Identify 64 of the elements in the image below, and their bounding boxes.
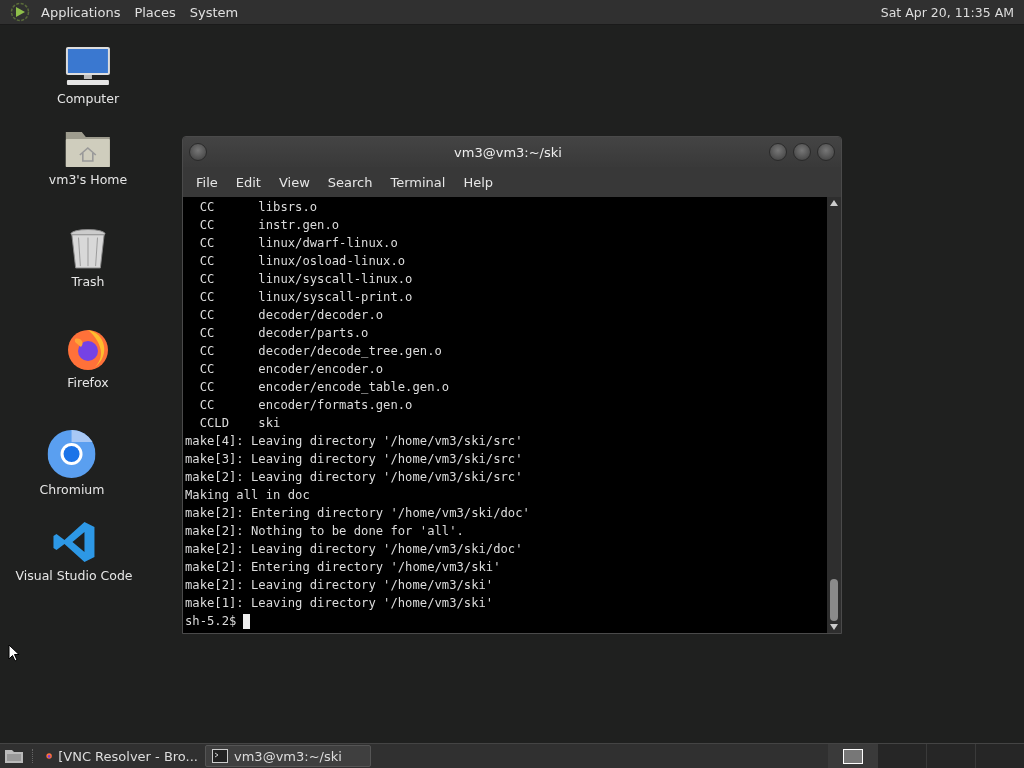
distro-logo-icon[interactable] — [10, 2, 30, 22]
menu-item[interactable]: Edit — [226, 174, 270, 190]
terminal-line: CC libsrs.o — [198, 199, 319, 216]
panel-menu[interactable]: System — [182, 4, 246, 20]
menu-item[interactable]: Help — [454, 174, 503, 190]
scroll-down-icon[interactable] — [830, 624, 838, 630]
code-editor-icon[interactable] — [52, 520, 96, 564]
workspace-tile[interactable] — [828, 744, 877, 768]
chromium-icon[interactable] — [48, 430, 96, 478]
scrollbar[interactable] — [827, 197, 841, 633]
shell-prompt: sh-5.2$ — [185, 614, 237, 628]
menu-item[interactable]: Search — [318, 174, 382, 190]
terminal-line: make[2]: Nothing to be done for 'all'. — [185, 523, 465, 540]
workspace-tile[interactable] — [975, 744, 1024, 768]
computer-icon[interactable] — [63, 45, 113, 87]
terminal-line: make[2]: Leaving directory '/home/vm3/ski/doc' — [185, 541, 524, 558]
trash-icon[interactable] — [69, 228, 107, 270]
mouse-pointer-icon — [8, 644, 20, 662]
desktop-icon-label[interactable]: Visual Studio Code — [15, 568, 133, 583]
window-menu-button[interactable] — [189, 143, 207, 161]
terminal-icon — [212, 749, 228, 763]
terminal-line: CC encoder/encode_table.gen.o — [198, 379, 451, 396]
panel-menu[interactable]: Applications — [34, 4, 128, 20]
window-title: vm3@vm3:~/ski — [453, 144, 563, 160]
scroll-up-icon[interactable] — [830, 200, 838, 206]
terminal-line: Making all in doc — [185, 487, 311, 504]
text-cursor — [243, 613, 251, 629]
terminal-line: CC linux/dwarf-linux.o — [198, 235, 399, 252]
menu-item[interactable]: Terminal — [381, 174, 455, 190]
taskbar-button[interactable]: [VNC Resolver - Bro... — [39, 745, 205, 767]
show-desktop-icon[interactable] — [4, 748, 24, 764]
terminal-line: CC instr.gen.o — [198, 217, 341, 234]
terminal-line: CC decoder/decode_tree.gen.o — [198, 343, 443, 360]
close-button[interactable] — [817, 143, 835, 161]
desktop-icon-label[interactable]: Firefox — [67, 375, 109, 390]
desktop-icon-label[interactable]: Chromium — [39, 482, 105, 497]
terminal-line: CC encoder/encoder.o — [198, 361, 385, 378]
desktop-icon-label[interactable]: Trash — [71, 274, 105, 289]
terminal-line: make[2]: Leaving directory '/home/vm3/ski' — [185, 577, 495, 594]
terminal-line: CC encoder/formats.gen.o — [198, 397, 414, 414]
terminal-line: CC decoder/decoder.o — [198, 307, 385, 324]
terminal-line: make[2]: Leaving directory '/home/vm3/ski/src' — [185, 469, 524, 486]
scrollbar-thumb[interactable] — [830, 579, 838, 621]
clock[interactable]: Sat Apr 20, 11:35 AM — [880, 4, 1024, 20]
terminal-line: CCLD ski — [198, 415, 282, 432]
desktop-icon-label[interactable]: vm3's Home — [48, 172, 128, 187]
terminal-line: CC linux/syscall-linux.o — [198, 271, 414, 288]
menu-item[interactable]: View — [269, 174, 319, 190]
panel-menu[interactable]: Places — [127, 4, 183, 20]
minimize-button[interactable] — [769, 143, 787, 161]
terminal-line: CC linux/osload-linux.o — [198, 253, 407, 270]
terminal-line: make[2]: Entering directory '/home/vm3/ski' — [185, 559, 502, 576]
terminal-line: CC decoder/parts.o — [198, 325, 370, 342]
desktop-icon-label[interactable]: Computer — [56, 91, 120, 106]
menu-item[interactable]: File — [187, 174, 227, 190]
terminal-line: CC linux/syscall-print.o — [198, 289, 414, 306]
workspace-tile[interactable] — [926, 744, 975, 768]
workspace-tile[interactable] — [877, 744, 926, 768]
terminal-line: make[4]: Leaving directory '/home/vm3/ski/src' — [185, 433, 524, 450]
terminal-line: make[3]: Leaving directory '/home/vm3/ski/src' — [185, 451, 524, 468]
terminal-line: make[2]: Entering directory '/home/vm3/ski/doc' — [185, 505, 531, 522]
maximize-button[interactable] — [793, 143, 811, 161]
terminal-line: make[1]: Leaving directory '/home/vm3/ski' — [185, 595, 495, 612]
taskbar-button[interactable]: vm3@vm3:~/ski — [205, 745, 371, 767]
